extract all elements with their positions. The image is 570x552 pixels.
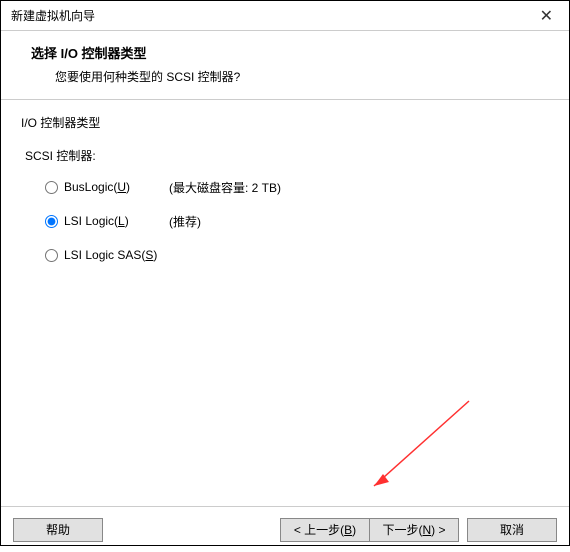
next-button[interactable]: 下一步(N) > [369, 518, 459, 542]
cancel-button[interactable]: 取消 [467, 518, 557, 542]
section-label: I/O 控制器类型 [21, 114, 549, 131]
window-title: 新建虚拟机向导 [11, 7, 95, 24]
radio-option-lsilogic[interactable]: LSI Logic(L) (推荐) [45, 212, 549, 230]
radio-input-lsilogicsas[interactable] [45, 249, 58, 262]
radio-label: LSI Logic SAS(S) [64, 248, 159, 262]
annotation-arrow-icon [359, 396, 479, 496]
radio-option-buslogic[interactable]: BusLogic(U) (最大磁盘容量: 2 TB) [45, 178, 549, 196]
subsection-label: SCSI 控制器: [21, 147, 549, 164]
wizard-header: 选择 I/O 控制器类型 您要使用何种类型的 SCSI 控制器? [1, 31, 569, 100]
titlebar: 新建虚拟机向导 ✕ [1, 1, 569, 31]
radio-note: (推荐) [169, 213, 201, 230]
radio-input-lsilogic[interactable] [45, 215, 58, 228]
radio-note: (最大磁盘容量: 2 TB) [169, 179, 281, 196]
radio-option-lsilogicsas[interactable]: LSI Logic SAS(S) [45, 246, 549, 264]
close-icon[interactable]: ✕ [536, 6, 557, 26]
scsi-radio-group: BusLogic(U) (最大磁盘容量: 2 TB) LSI Logic(L) … [21, 178, 549, 264]
radio-input-buslogic[interactable] [45, 181, 58, 194]
help-button[interactable]: 帮助 [13, 518, 103, 542]
radio-label: BusLogic(U) [64, 180, 159, 194]
header-title: 选择 I/O 控制器类型 [31, 43, 569, 62]
footer: 帮助 < 上一步(B) 下一步(N) > 取消 [1, 506, 569, 552]
back-button[interactable]: < 上一步(B) [280, 518, 370, 542]
header-subtitle: 您要使用何种类型的 SCSI 控制器? [31, 68, 569, 85]
content-area: I/O 控制器类型 SCSI 控制器: BusLogic(U) (最大磁盘容量:… [1, 100, 569, 506]
radio-label: LSI Logic(L) [64, 214, 159, 228]
